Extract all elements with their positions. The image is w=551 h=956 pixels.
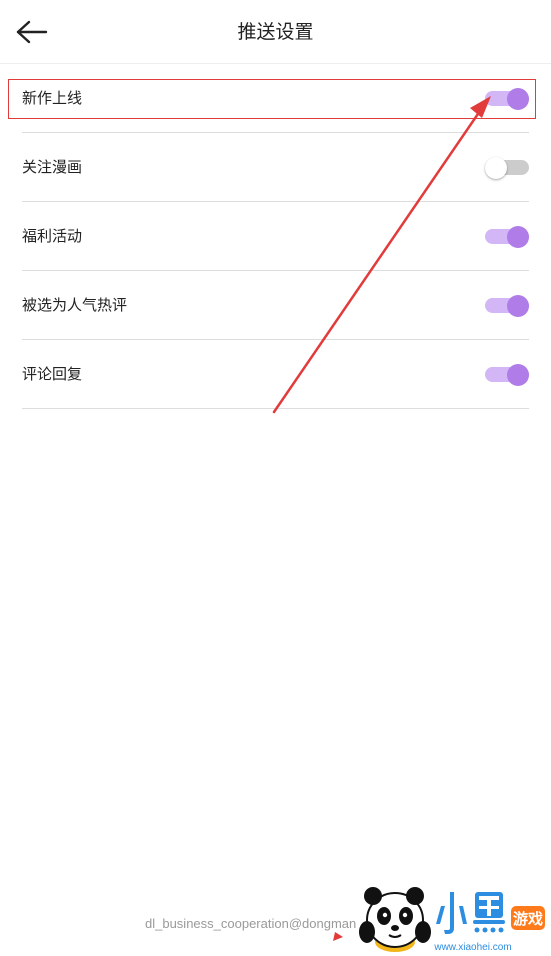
top-bar: 推送设置 <box>0 0 551 64</box>
comment-reply-toggle[interactable] <box>485 364 529 386</box>
row-divider <box>22 408 529 409</box>
toggle-knob <box>485 157 507 179</box>
xiaohei-watermark-logo: 游戏 www.xiaohei.com <box>359 887 545 953</box>
business-contact-email: dl_business_cooperation@dongman <box>145 916 357 931</box>
setting-label: 评论回复 <box>22 365 83 383</box>
settings-list: 新作上线 关注漫画 福利活动 被选为人气热评 评论回复 <box>0 64 551 409</box>
setting-row-popular-comment: 被选为人气热评 <box>0 271 551 340</box>
followed-comics-toggle[interactable] <box>485 157 529 179</box>
new-release-toggle[interactable] <box>485 88 529 110</box>
page-title: 推送设置 <box>237 21 314 43</box>
setting-row-comment-reply: 评论回复 <box>0 340 551 409</box>
toggle-knob <box>507 226 529 248</box>
toggle-knob <box>507 88 529 110</box>
setting-row-followed-comics: 关注漫画 <box>0 133 551 202</box>
setting-label: 福利活动 <box>22 227 83 245</box>
push-settings-page: 推送设置 新作上线 关注漫画 福利活动 被选为人气热评 评论回复 dl_busi… <box>0 0 551 956</box>
setting-label: 新作上线 <box>22 89 83 107</box>
promotions-toggle[interactable] <box>485 226 529 248</box>
setting-label: 关注漫画 <box>22 158 83 176</box>
setting-row-new-release: 新作上线 <box>0 64 551 133</box>
toggle-knob <box>507 295 529 317</box>
svg-text:www.xiaohei.com: www.xiaohei.com <box>433 942 511 953</box>
arrow-left-icon <box>16 20 48 44</box>
setting-label: 被选为人气热评 <box>22 296 128 314</box>
svg-text:游戏: 游戏 <box>513 910 543 928</box>
small-red-marker <box>333 932 343 941</box>
popular-comment-toggle[interactable] <box>485 295 529 317</box>
back-button[interactable] <box>10 12 54 52</box>
toggle-knob <box>507 364 529 386</box>
setting-row-promotions: 福利活动 <box>0 202 551 271</box>
